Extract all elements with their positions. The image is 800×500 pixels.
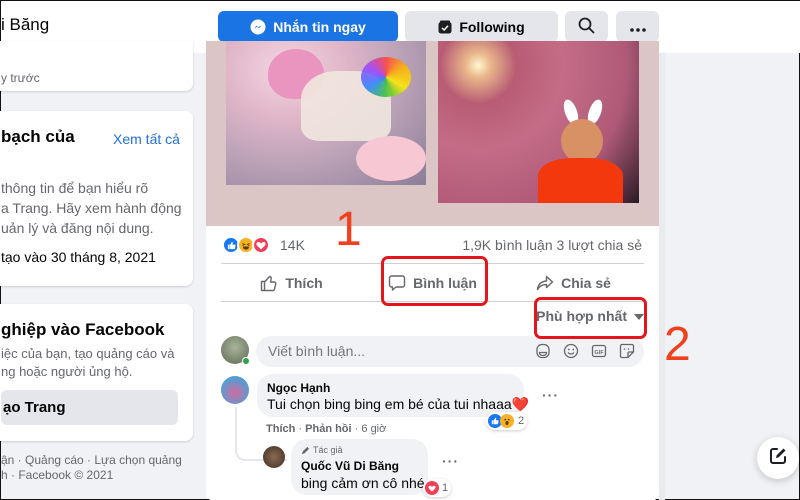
footer-links: ận · Quảng cáo · Lựa chọn quảng h · Face… (1, 453, 182, 483)
transparency-desc-line: uản lý và đăng nội dung. (1, 220, 154, 236)
author-badge-label: Tác giả (313, 445, 343, 455)
transparency-title: bạch của (1, 127, 75, 146)
thumbs-up-icon (260, 274, 278, 292)
business-card: ghiệp vào Facebook iệc của bạn, tạo quản… (0, 304, 193, 441)
reply-reaction-count: 1 (442, 482, 449, 494)
comment-reaction-count: 2 (518, 415, 525, 427)
person-body (538, 158, 623, 203)
avatar-sticker-icon[interactable] (534, 342, 552, 360)
comment-bubble: Ngọc Hạnh Tui chọn bing bing em bé của t… (257, 374, 529, 417)
footer-line[interactable]: h · Facebook © 2021 (1, 468, 182, 483)
intro-card: y trước (0, 41, 193, 91)
reply-options-button[interactable]: ··· (442, 453, 459, 469)
transparency-desc-line: a Trang. Hãy xem hành động (1, 200, 182, 216)
annotation-step-2: 2 (664, 318, 691, 371)
more-icon (629, 19, 646, 35)
annotation-highlight-sort (534, 297, 647, 339)
message-now-button[interactable]: Nhắn tin ngay (218, 11, 398, 42)
business-title: ghiệp vào Facebook (1, 320, 165, 339)
share-label: Chia sẻ (561, 275, 611, 291)
following-check-icon (438, 20, 452, 34)
share-icon (536, 274, 554, 292)
comment-time[interactable]: 6 giờ (361, 423, 386, 435)
reaction-count[interactable]: 14K (280, 237, 305, 253)
post-stats[interactable]: 1,9K bình luận 3 lượt chia sẻ (462, 237, 642, 253)
reply-bubble: Tác giả Quốc Vũ Di Băng bing cảm ơn cô n… (291, 439, 428, 495)
business-desc-line: ng hoặc người ủng hộ. (1, 364, 133, 379)
following-label: Following (459, 18, 525, 35)
share-button[interactable]: Chia sẻ (503, 266, 644, 300)
reply-reactions[interactable]: 1 (423, 479, 452, 497)
comment-reply-link[interactable]: Phản hồi (305, 423, 351, 435)
annotation-step-1: 1 (335, 203, 362, 256)
pencil-icon (301, 446, 310, 455)
messenger-icon (250, 19, 266, 35)
message-now-label: Nhắn tin ngay (273, 18, 366, 35)
love-icon (425, 481, 439, 495)
bunnies-shape (356, 136, 426, 181)
person-head (561, 119, 603, 163)
compose-icon (768, 446, 788, 471)
rainbow-shape (361, 57, 411, 97)
post-photo-1[interactable] (226, 41, 426, 185)
annotation-highlight-comment (381, 256, 488, 306)
more-button[interactable] (616, 11, 659, 42)
like-button[interactable]: Thích (221, 266, 362, 300)
reply-author[interactable]: Quốc Vũ Di Băng (301, 459, 399, 473)
post-photo-2[interactable] (438, 41, 639, 203)
reaction-icons[interactable] (222, 236, 270, 254)
comment-input[interactable] (268, 343, 488, 359)
search-icon (578, 17, 595, 37)
business-desc-line: iệc của bạn, tạo quảng cáo và (1, 346, 175, 361)
reply-text: bing cảm ơn cô nhé (301, 475, 425, 491)
post-photos (206, 41, 659, 226)
reply-author-avatar[interactable] (263, 446, 285, 468)
comment-author[interactable]: Ngọc Hạnh (267, 381, 330, 395)
like-label: Thích (285, 275, 323, 291)
page-transparency-card: bạch của Xem tất cả thông tin để bạn hiể… (0, 111, 193, 286)
online-status-dot (242, 357, 250, 365)
page-created-date: tạo vào 30 tháng 8, 2021 (1, 249, 156, 265)
commenter-avatar[interactable] (221, 376, 249, 404)
comment-text: Tui chọn bing bing em bé của tui nhaaa❤️ (267, 396, 530, 412)
comment-composer[interactable]: GIF (256, 336, 644, 367)
svg-text:GIF: GIF (594, 350, 604, 356)
see-all-link[interactable]: Xem tất cả (113, 131, 180, 147)
comment-reactions[interactable]: 2 (486, 412, 528, 430)
intro-time-text: y trước (1, 71, 40, 85)
new-message-button[interactable] (757, 437, 799, 479)
composer-tools: GIF (534, 342, 636, 360)
reactions-summary: 14K 1,9K bình luận 3 lượt chia sẻ (222, 234, 642, 256)
search-button[interactable] (565, 11, 608, 42)
page-gutter (659, 53, 665, 500)
following-button[interactable]: Following (405, 11, 558, 42)
footer-line[interactable]: ận · Quảng cáo · Lựa chọn quảng (1, 453, 182, 468)
page-name: i Băng (1, 15, 50, 34)
gif-icon[interactable]: GIF (590, 342, 608, 360)
sticker-icon[interactable] (618, 342, 636, 360)
wow-icon (500, 414, 514, 428)
love-icon (252, 236, 270, 254)
comment-options-button[interactable]: ··· (542, 387, 559, 403)
author-badge: Tác giả (301, 445, 343, 455)
emoji-icon[interactable] (562, 342, 580, 360)
transparency-desc-line: thông tin để bạn hiểu rõ (1, 180, 149, 196)
create-page-button[interactable]: ạo Trang (1, 390, 178, 425)
